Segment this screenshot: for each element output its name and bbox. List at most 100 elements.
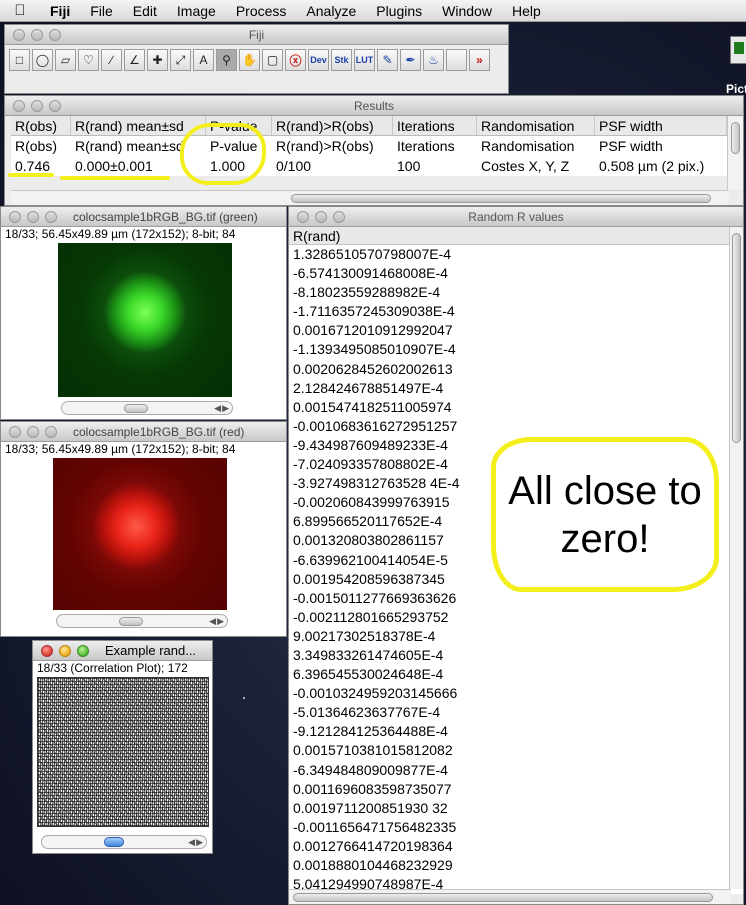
slice-slider-thumb[interactable] [119,617,143,626]
slice-slider[interactable]: ◀▶ [61,401,233,415]
close-button[interactable] [9,426,21,438]
color-picker-tool-icon[interactable]: ▢ [262,49,283,71]
menu-file[interactable]: File [80,0,123,22]
dev-tool-icon[interactable]: Dev [308,49,329,71]
rectangle-tool-icon[interactable]: □ [9,49,30,71]
list-item[interactable]: 0.0012766414720198364 [293,837,743,856]
menu-image[interactable]: Image [167,0,226,22]
results-vertical-scrollbar[interactable] [727,116,743,190]
close-button[interactable] [9,211,21,223]
list-item[interactable]: 0.0020628452602002613 [293,360,743,379]
slice-arrows-icon[interactable]: ◀▶ [214,403,230,414]
list-item[interactable]: 9.00217302518378E-4 [293,627,743,646]
menu-analyze[interactable]: Analyze [296,0,366,22]
slice-slider-thumb[interactable] [104,837,124,847]
list-item[interactable]: 0.0015710381015812082 [293,741,743,760]
menu-plugins[interactable]: Plugins [366,0,432,22]
line-tool-icon[interactable]: ∕ [101,49,122,71]
results-horizontal-scrollbar[interactable] [11,190,729,205]
list-item[interactable]: 3.349833261474605E-4 [293,646,743,665]
example-titlebar[interactable]: Example rand... [33,641,212,661]
flood-fill-tool-icon[interactable]: ♨ [423,49,444,71]
list-item[interactable]: -1.7116357245309038E-4 [293,302,743,321]
list-item[interactable]: -6.574130091468008E-4 [293,264,743,283]
list-item[interactable]: 0.0018880104468232929 [293,856,743,875]
results-titlebar[interactable]: Results [5,96,743,116]
freehand-tool-icon[interactable]: ♡ [78,49,99,71]
red-titlebar[interactable]: colocsample1bRGB_BG.tif (red) [1,422,286,442]
list-item[interactable]: 1.3286510570798007E-4 [293,245,743,264]
list-item[interactable]: -6.349484809009877E-4 [293,761,743,780]
delete-tool-icon[interactable]: ⓧ [285,49,306,71]
close-button[interactable] [297,211,309,223]
scroll-thumb[interactable] [732,233,741,443]
blank-tool-slot[interactable] [446,49,467,71]
column-header[interactable]: R(rand) mean±sd [71,116,206,135]
list-item[interactable]: -0.0010324959203145666 [293,684,743,703]
list-item[interactable]: -8.18023559288982E-4 [293,283,743,302]
list-item[interactable]: 6.396545530024648E-4 [293,665,743,684]
zoom-button[interactable] [45,211,57,223]
oval-tool-icon[interactable]: ◯ [32,49,53,71]
stk-tool-icon[interactable]: Stk [331,49,352,71]
menu-edit[interactable]: Edit [123,0,167,22]
red-channel-image[interactable] [53,458,227,610]
table-row[interactable]: R(obs) R(rand) mean±sd P-value R(rand)>R… [11,136,727,156]
green-titlebar[interactable]: colocsample1bRGB_BG.tif (green) [1,207,286,227]
list-horizontal-scrollbar[interactable] [289,889,731,904]
more-tools-icon[interactable]: » [469,49,490,71]
zoom-button[interactable] [333,211,345,223]
column-header[interactable]: PSF width [595,116,727,135]
close-button[interactable] [13,100,25,112]
list-item[interactable]: -0.0010683616272951257 [293,417,743,436]
menu-fiji[interactable]: Fiji [40,0,80,22]
point-tool-icon[interactable]: ✚ [147,49,168,71]
zoom-button[interactable] [49,29,61,41]
magnifier-tool-icon[interactable]: ⚲ [216,49,237,71]
fiji-titlebar[interactable]: Fiji [5,25,508,45]
column-header[interactable]: Randomisation [477,116,595,135]
minimize-button[interactable] [315,211,327,223]
slice-arrows-icon[interactable]: ◀▶ [209,616,225,627]
scroll-thumb[interactable] [731,122,740,154]
column-header[interactable]: Iterations [393,116,477,135]
slice-arrows-icon[interactable]: ◀▶ [188,837,204,848]
lut-tool-icon[interactable]: LUT [354,49,375,71]
list-item[interactable]: -0.0011656471756482335 [293,818,743,837]
menu-process[interactable]: Process [226,0,297,22]
wand-tool-icon[interactable]: ⤢ [170,49,191,71]
apple-icon[interactable]:  [0,2,40,19]
green-channel-image[interactable] [58,243,232,397]
brush-tool-icon[interactable]: ✒ [400,49,421,71]
list-item[interactable]: 0.0011696083598735077 [293,780,743,799]
zoom-button[interactable] [77,645,89,657]
pencil-tool-icon[interactable]: ✎ [377,49,398,71]
list-item[interactable]: -1.1393495085010907E-4 [293,340,743,359]
column-header[interactable]: R(obs) [11,116,71,135]
column-header[interactable]: R(rand)>R(obs) [272,116,393,135]
random-r-titlebar[interactable]: Random R values [289,207,743,227]
minimize-button[interactable] [59,645,71,657]
list-item[interactable]: 0.0015474182511005974 [293,398,743,417]
close-button[interactable] [41,645,53,657]
desktop-picture-icon[interactable]: Pictu [726,36,746,96]
minimize-button[interactable] [31,29,43,41]
list-item[interactable]: 2.128424678851497E-4 [293,379,743,398]
slice-slider[interactable]: ◀▶ [41,835,207,849]
list-vertical-scrollbar[interactable] [729,227,743,889]
minimize-button[interactable] [27,211,39,223]
hand-tool-icon[interactable]: ✋ [239,49,260,71]
random-correlation-image[interactable] [37,677,209,827]
slice-slider-thumb[interactable] [124,404,148,413]
scroll-thumb[interactable] [291,194,711,203]
close-button[interactable] [13,29,25,41]
list-item[interactable]: -0.002112801665293752 [293,608,743,627]
table-row[interactable]: 0.746 0.000±0.001 1.000 0/100 100 Costes… [11,156,727,176]
angle-tool-icon[interactable]: ∠ [124,49,145,71]
list-item[interactable]: 0.0019711200851930 32 [293,799,743,818]
zoom-button[interactable] [49,100,61,112]
menu-window[interactable]: Window [432,0,502,22]
rrand-column-header[interactable]: R(rand) [289,227,743,245]
text-tool-icon[interactable]: A [193,49,214,71]
polygon-tool-icon[interactable]: ▱ [55,49,76,71]
